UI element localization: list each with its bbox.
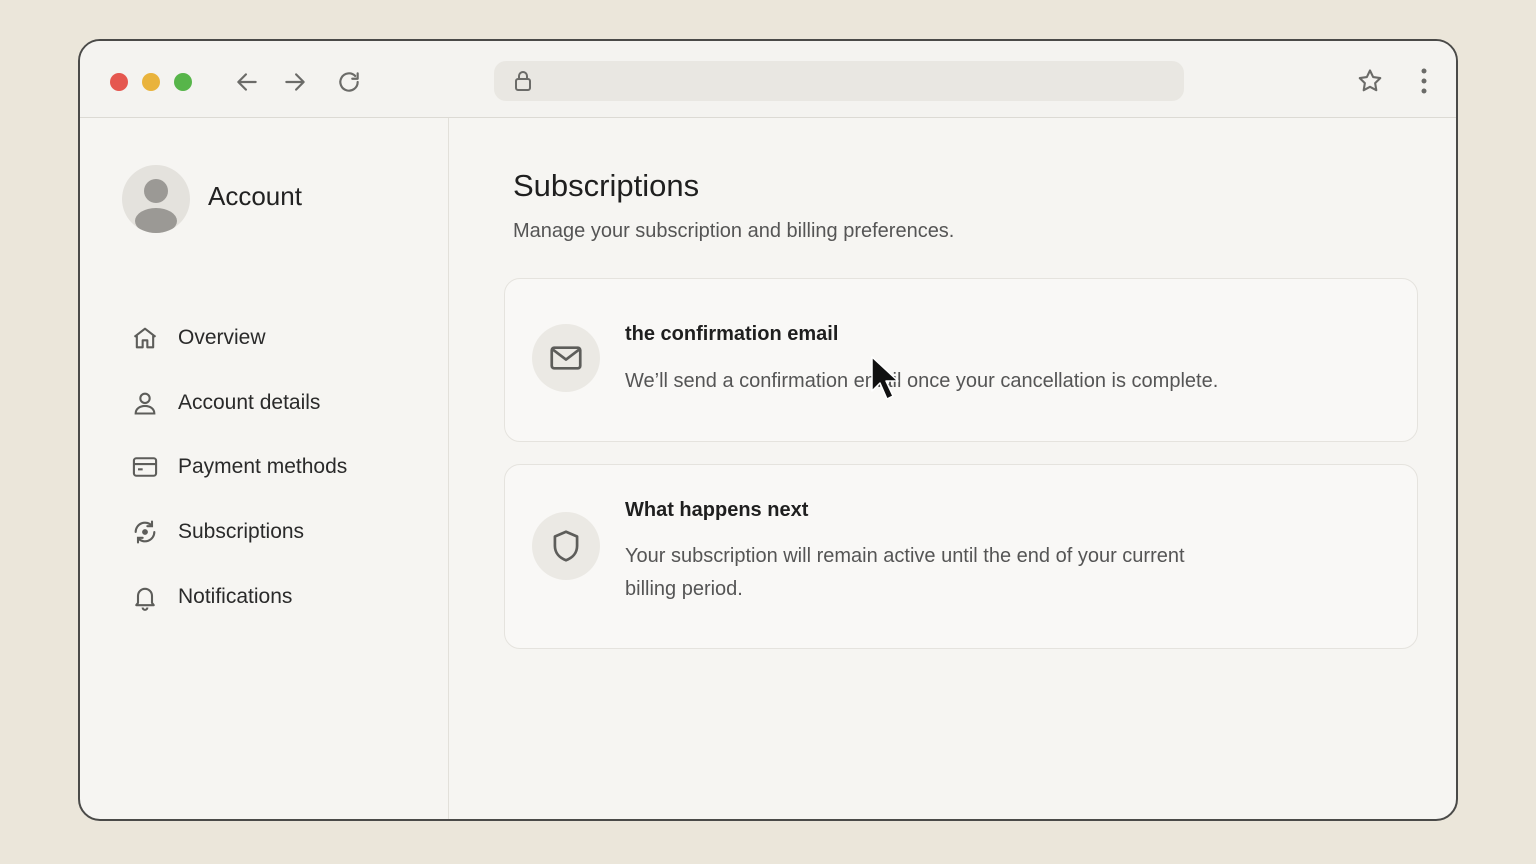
shield-icon xyxy=(532,512,600,580)
browser-window: Account Overview Account details Payment… xyxy=(78,39,1458,821)
card-title: What happens next xyxy=(625,499,809,521)
sidebar-item-account-details[interactable]: Account details xyxy=(130,385,430,421)
avatar[interactable] xyxy=(122,165,190,233)
mail-icon xyxy=(532,324,600,392)
credit-card-icon xyxy=(130,452,160,482)
more-menu-button[interactable] xyxy=(1408,65,1440,97)
card-body: We’ll send a confirmation email once you… xyxy=(625,370,1219,392)
reload-icon[interactable] xyxy=(334,67,364,97)
lock-icon xyxy=(515,71,531,91)
browser-toolbar xyxy=(80,41,1456,118)
minimize-window-button[interactable] xyxy=(142,73,160,91)
sidebar-item-label: Payment methods xyxy=(178,455,348,478)
sidebar: Account Overview Account details Payment… xyxy=(80,118,449,819)
user-icon xyxy=(130,388,160,418)
mouse-cursor-icon xyxy=(871,356,899,400)
card-title: the confirmation email xyxy=(625,323,839,345)
star-icon xyxy=(1358,69,1382,92)
main-content: Subscriptions Manage your subscription a… xyxy=(449,118,1456,819)
address-bar[interactable] xyxy=(494,61,1184,101)
sidebar-item-overview[interactable]: Overview xyxy=(130,320,430,356)
account-title: Account xyxy=(208,181,302,211)
close-window-button[interactable] xyxy=(110,73,128,91)
page-title: Subscriptions xyxy=(513,168,700,203)
sidebar-item-payment-methods[interactable]: Payment methods xyxy=(130,449,430,485)
bell-icon xyxy=(130,582,160,612)
home-icon xyxy=(130,323,160,353)
sidebar-item-label: Overview xyxy=(178,326,266,349)
more-vertical-icon xyxy=(1421,68,1427,94)
sidebar-item-label: Account details xyxy=(178,391,321,414)
page-subtitle: Manage your subscription and billing pre… xyxy=(513,220,955,242)
sidebar-item-subscriptions[interactable]: Subscriptions xyxy=(130,514,430,550)
subscriptions-icon xyxy=(130,517,160,547)
sidebar-item-notifications[interactable]: Notifications xyxy=(130,579,430,615)
what-happens-next-card: What happens next Your subscription will… xyxy=(504,464,1418,649)
forward-arrow-icon[interactable] xyxy=(280,67,310,97)
user-avatar-icon xyxy=(135,179,177,233)
confirmation-email-card: the confirmation email We’ll send a conf… xyxy=(504,278,1418,442)
card-body: Your subscription will remain active unt… xyxy=(625,545,1185,600)
bookmark-star-button[interactable] xyxy=(1354,65,1386,97)
sidebar-item-label: Notifications xyxy=(178,585,293,608)
back-arrow-icon[interactable] xyxy=(232,67,262,97)
maximize-window-button[interactable] xyxy=(174,73,192,91)
sidebar-item-label: Subscriptions xyxy=(178,520,305,543)
